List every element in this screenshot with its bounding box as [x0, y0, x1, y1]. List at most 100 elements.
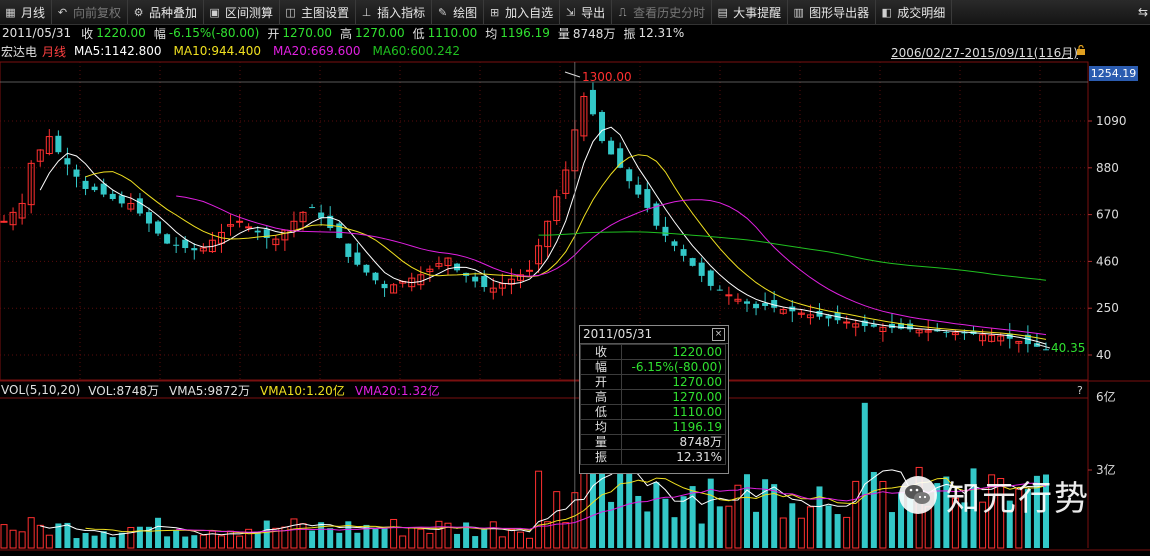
candle-body [336, 223, 343, 238]
tooltip-key: 均 [580, 419, 622, 435]
candle-body [381, 283, 388, 289]
volume-bar [309, 530, 316, 548]
candle-body [236, 220, 244, 223]
candle-body [825, 315, 832, 319]
candle-body [671, 241, 678, 246]
tooltip-key: 收 [580, 344, 622, 360]
tooltip-value: 12.31% [621, 449, 726, 465]
volume-bar [0, 524, 8, 549]
candle-body [118, 195, 125, 204]
candle-body [91, 186, 98, 191]
candle-body [55, 135, 62, 153]
volume-bar [888, 512, 895, 548]
vma10-value: VMA10:1.20亿 [260, 383, 345, 398]
candle-body [608, 140, 615, 155]
volume-bar [789, 503, 796, 548]
candle-body [182, 239, 189, 249]
volume-bar [834, 514, 841, 548]
volume-bar [327, 528, 334, 548]
volume-bar [689, 486, 696, 548]
tooltip-table: 收 1220.00 幅 -6.15%(-80.00) 开 1270.00 高 1270.00 低… [580, 344, 726, 465]
tooltip-value: 1196.19 [621, 419, 726, 435]
volume-bar [671, 517, 678, 548]
volume-bar [535, 470, 543, 549]
ma5-line [39, 126, 1047, 345]
candle-body [589, 89, 596, 115]
candle-body [73, 169, 80, 177]
volume-bar [82, 532, 89, 548]
volume-bar [825, 505, 832, 548]
candle-body [870, 324, 877, 327]
candle-body [753, 303, 760, 309]
volume-bar [381, 528, 388, 548]
volume-bar [472, 536, 479, 548]
volume-bar [608, 501, 615, 548]
price-axis-label: 250 [1096, 301, 1119, 315]
vol-value: VOL:8748万 [88, 383, 160, 398]
vol-title: VOL(5,10,20) [1, 383, 81, 397]
candle-body [526, 269, 534, 272]
volume-bar [36, 524, 44, 549]
volume-bar [644, 511, 651, 548]
volume-bar [109, 537, 116, 548]
candle-body [680, 249, 687, 256]
volume-bar [417, 528, 425, 549]
tooltip-key: 开 [580, 374, 622, 390]
candle-body [481, 276, 488, 288]
volume-bar [199, 534, 207, 549]
volume-bar [408, 527, 416, 549]
volume-bar [118, 532, 125, 548]
volume-bar [481, 528, 488, 548]
volume-bar [45, 534, 53, 549]
volume-bar [164, 536, 171, 548]
high-mark-label: 1300.00 [582, 70, 632, 84]
candle-body [843, 321, 851, 324]
tooltip-date: 2011/05/31 [583, 327, 653, 341]
volume-axis-label: 3亿 [1096, 462, 1116, 477]
volume-bar [653, 482, 660, 548]
candle-body [707, 270, 714, 286]
volume-bar [816, 486, 823, 548]
candle-body [100, 183, 107, 195]
close-icon[interactable]: × [712, 328, 725, 341]
volume-bar [64, 522, 71, 548]
tooltip-row: 高 1270.00 [580, 389, 726, 405]
volume-bar [526, 537, 534, 549]
candle-body [145, 212, 152, 224]
volume-bar [73, 538, 80, 548]
volume-bar [290, 518, 298, 549]
volume-bar [127, 527, 135, 549]
volume-bar [399, 535, 407, 549]
tooltip-title: 2011/05/31 × [580, 326, 728, 344]
volume-legend: VOL(5,10,20) VOL:8748万 VMA5:9872万 VMA10:… [0, 382, 1090, 398]
volume-bar [372, 528, 379, 548]
lock-icon[interactable] [1076, 45, 1086, 55]
volume-bar [852, 480, 860, 549]
candle-body [725, 294, 733, 297]
volume-bar [435, 520, 443, 549]
volume-bar [100, 531, 107, 548]
volume-bar [806, 506, 814, 549]
volume-bar [155, 517, 162, 548]
candle-body [635, 184, 642, 195]
range-label[interactable]: 2006/02/27-2015/09/11(116月) [891, 44, 1078, 61]
volume-bar [27, 517, 35, 549]
tooltip-value: -6.15%(-80.00) [621, 359, 726, 375]
volume-bar [498, 536, 506, 549]
volume-bar [843, 516, 851, 549]
volume-bar [463, 522, 470, 548]
price-axis-label: 1090 [1096, 114, 1127, 128]
candle-body [245, 226, 253, 229]
candle-body [644, 189, 651, 208]
candle-body [698, 262, 705, 276]
volume-bar [426, 532, 434, 549]
volume-bar [753, 511, 760, 548]
candle-body [743, 301, 750, 304]
ma60-line [538, 231, 1047, 281]
volume-bar [336, 532, 343, 548]
volume-bar [725, 505, 733, 549]
volume-bar [254, 531, 261, 548]
volume-bar [870, 471, 877, 548]
volume-bar [18, 531, 26, 549]
volume-bar [516, 531, 524, 549]
